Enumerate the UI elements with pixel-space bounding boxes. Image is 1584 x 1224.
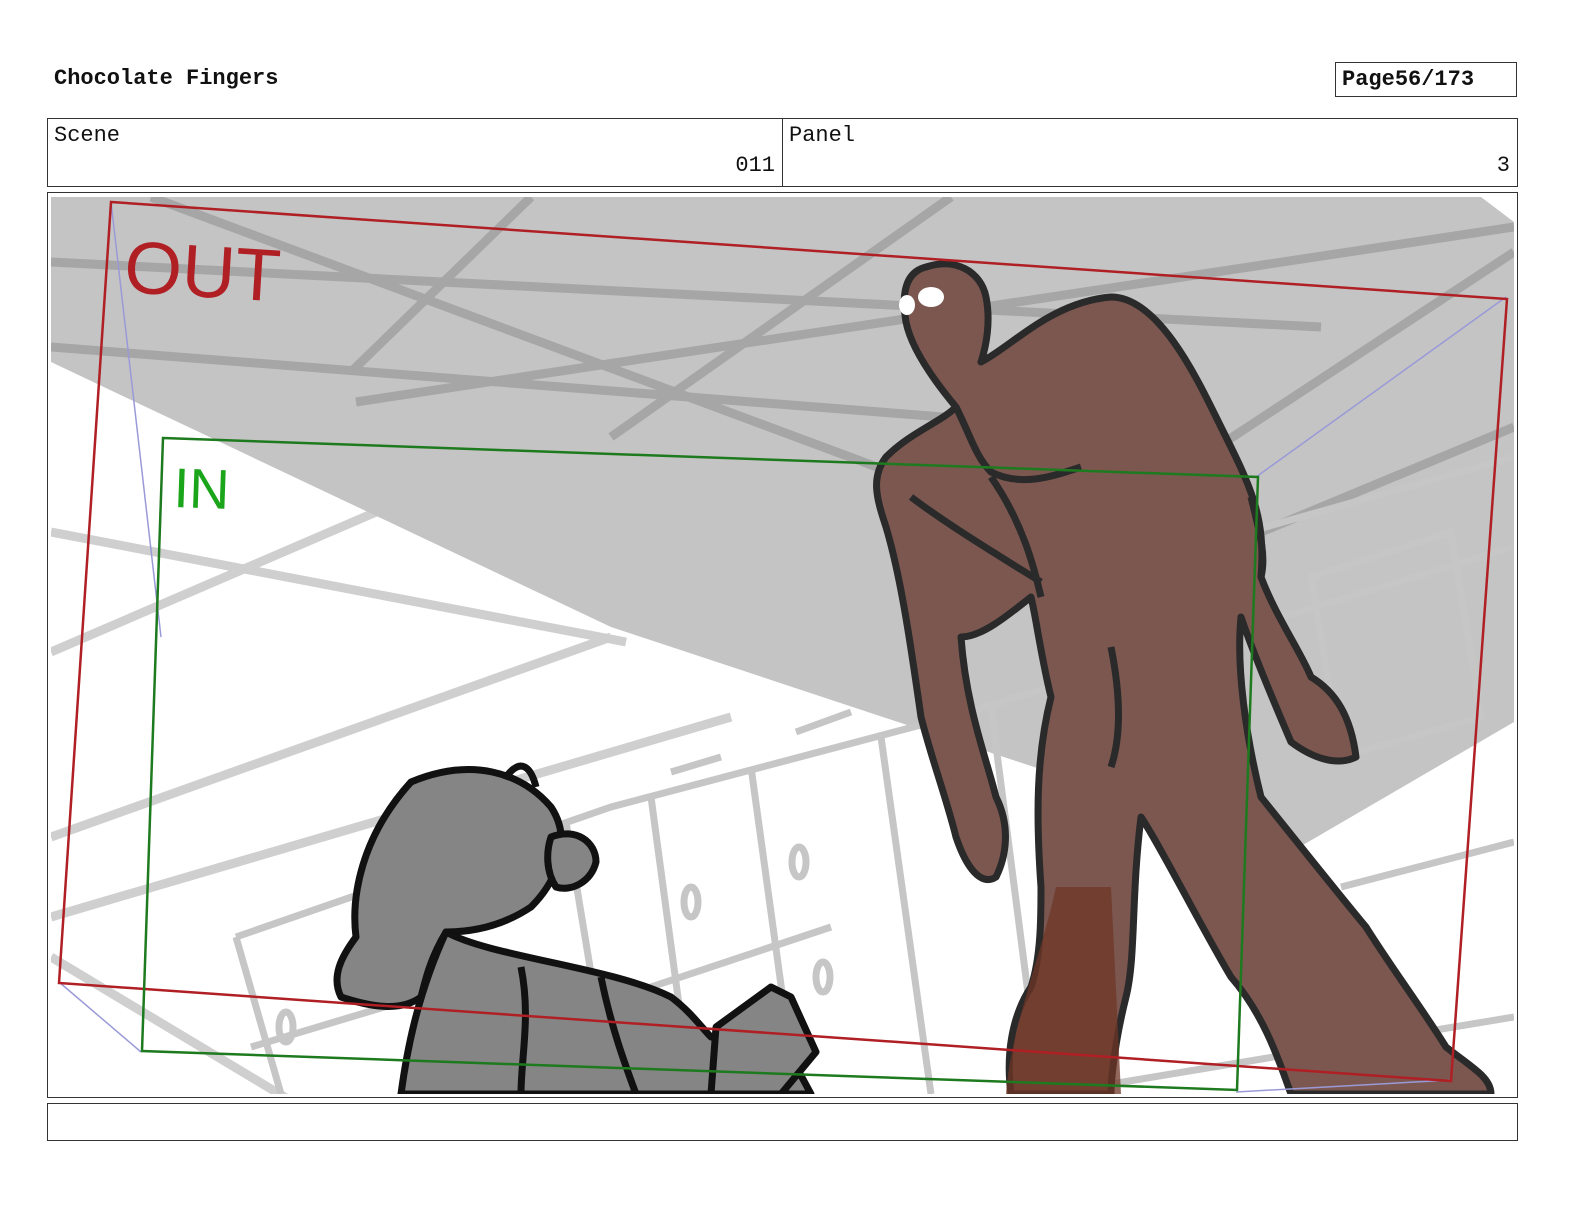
out-label: OUT — [122, 225, 283, 317]
panel-number: 3 — [1496, 153, 1510, 178]
scene-label: Scene — [54, 123, 121, 148]
page-label: Page — [1342, 67, 1395, 92]
panel-cell: Panel 3 — [782, 119, 1517, 186]
storyboard-title: Chocolate Fingers — [54, 66, 279, 91]
scene-number: 011 — [735, 153, 775, 178]
scene-cell: Scene 011 — [48, 119, 782, 186]
in-label: IN — [173, 456, 231, 521]
panel-drawing: OUT IN — [51, 197, 1514, 1094]
panel-label: Panel — [789, 123, 856, 148]
storyboard-frame: OUT IN — [47, 192, 1518, 1098]
page-counter: Page 56/173 — [1335, 62, 1517, 97]
scene-panel-bar: Scene 011 Panel 3 — [47, 118, 1518, 187]
page-number: 56/173 — [1394, 67, 1475, 92]
notes-box — [47, 1103, 1518, 1141]
